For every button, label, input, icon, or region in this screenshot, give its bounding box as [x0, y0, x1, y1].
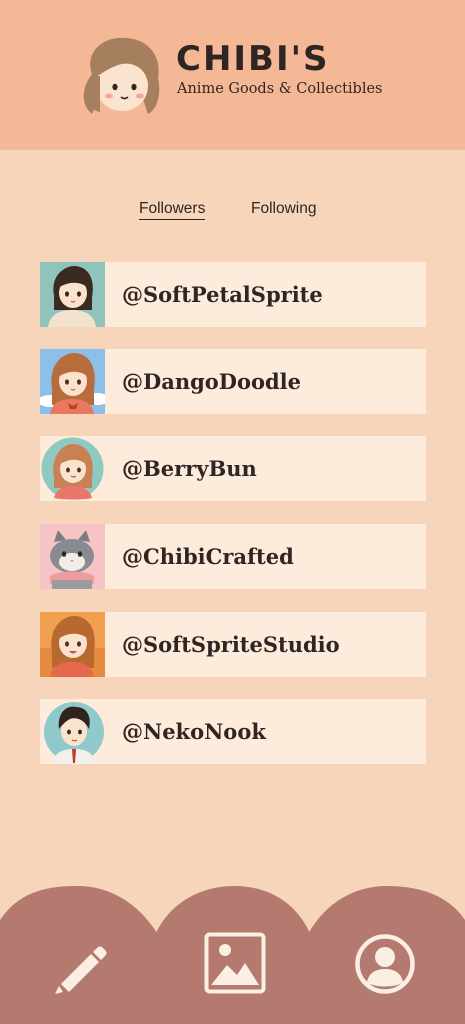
- tab-followers[interactable]: Followers: [139, 200, 206, 220]
- boy-avatar: [40, 699, 105, 764]
- brand-title: CHIBI'S: [176, 39, 330, 79]
- follower-handle: @BerryBun: [122, 456, 257, 481]
- follower-handle: @SoftSpriteStudio: [122, 632, 340, 657]
- cat-avatar: [40, 524, 105, 589]
- logo-girl-icon: [83, 37, 160, 114]
- girl-circle-avatar: [40, 436, 105, 501]
- girl-sky-background-avatar: [40, 349, 105, 414]
- follower-handle: @ChibiCrafted: [122, 544, 294, 569]
- follower-handle: @NekoNook: [122, 719, 266, 744]
- follow-tabs: Followers Following: [0, 200, 465, 224]
- follower-row[interactable]: @SoftSpriteStudio: [40, 612, 426, 677]
- tab-following[interactable]: Following: [251, 200, 316, 218]
- bottom-nav: [0, 886, 465, 1024]
- app-header: CHIBI'S Anime Goods & Collectibles: [0, 0, 465, 150]
- girl-dark-hair-avatar: [40, 262, 105, 327]
- follower-row[interactable]: @BerryBun: [40, 436, 426, 501]
- follower-row[interactable]: @SoftPetalSprite: [40, 262, 426, 327]
- girl-sunset-avatar: [40, 612, 105, 677]
- follower-row[interactable]: @DangoDoodle: [40, 349, 426, 414]
- follower-handle: @SoftPetalSprite: [122, 282, 323, 307]
- follower-handle: @DangoDoodle: [122, 369, 302, 394]
- brand-subtitle: Anime Goods & Collectibles: [177, 81, 383, 97]
- follower-row[interactable]: @NekoNook: [40, 699, 426, 764]
- follower-row[interactable]: @ChibiCrafted: [40, 524, 426, 589]
